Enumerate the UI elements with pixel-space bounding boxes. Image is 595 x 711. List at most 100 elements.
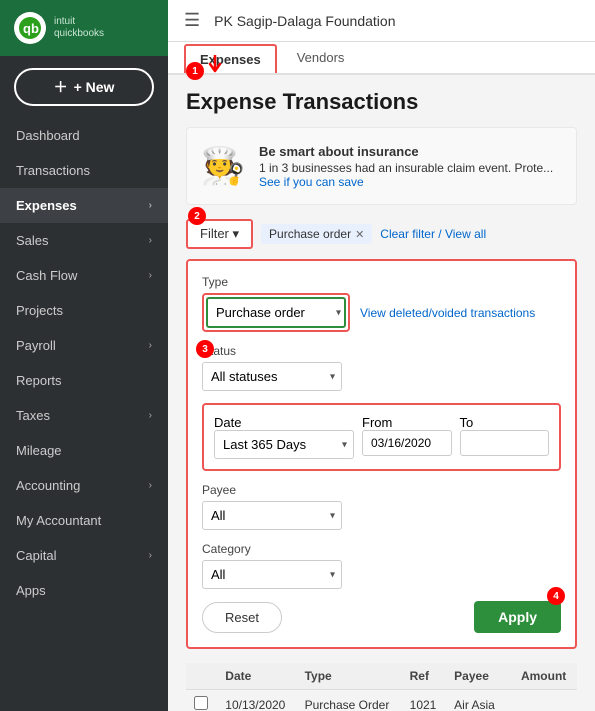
sidebar-item-taxes[interactable]: Taxes › (0, 398, 168, 433)
sidebar-item-projects[interactable]: Projects (0, 293, 168, 328)
clear-filter-link[interactable]: Clear filter / View all (380, 227, 486, 241)
topbar: ☰ PK Sagip-Dalaga Foundation (168, 0, 595, 42)
col-payee[interactable]: Payee (446, 663, 513, 690)
intuit-label: intuit (54, 16, 104, 28)
reset-button[interactable]: Reset (202, 602, 282, 633)
filter-row: Filter ▾ 2 Purchase order ✕ Clear filter… (186, 219, 577, 249)
type-select[interactable]: Purchase order (206, 297, 346, 328)
main-content: ☰ PK Sagip-Dalaga Foundation Expenses Ve… (168, 0, 595, 711)
col-ref[interactable]: Ref (402, 663, 447, 690)
view-deleted-link[interactable]: View deleted/voided transactions (360, 306, 535, 320)
date-col: Date Last 365 Days ▾ (214, 415, 354, 459)
sidebar-item-reports-label: Reports (16, 373, 62, 388)
col-type[interactable]: Type (297, 663, 402, 690)
chevron-right-icon: › (149, 200, 152, 211)
date-select[interactable]: Last 365 Days (214, 430, 354, 459)
sidebar-item-expenses[interactable]: Expenses › (0, 188, 168, 223)
category-select[interactable]: All (202, 560, 342, 589)
sidebar-nav: Dashboard Transactions Expenses › Sales … (0, 118, 168, 608)
status-select[interactable]: All statuses (202, 362, 342, 391)
page-title: Expense Transactions (186, 89, 577, 115)
sidebar-item-accounting[interactable]: Accounting › (0, 468, 168, 503)
sidebar-item-apps-label: Apps (16, 583, 46, 598)
type-label: Type (202, 275, 561, 289)
new-button-label: + New (74, 79, 115, 95)
payee-select[interactable]: All (202, 501, 342, 530)
type-field: Type Purchase order ▾ View deleted/voide… (202, 275, 561, 332)
sidebar-item-mileage-label: Mileage (16, 443, 62, 458)
banner-subtext: 1 in 3 businesses had an insurable claim… (259, 161, 553, 175)
tab-vendors[interactable]: Vendors (281, 42, 361, 73)
logo-text: intuit quickbooks (54, 16, 104, 40)
category-label: Category (202, 542, 561, 556)
banner-link[interactable]: See if you can save (259, 175, 364, 189)
to-col: To (460, 415, 550, 459)
sidebar-item-payroll[interactable]: Payroll › (0, 328, 168, 363)
sidebar-item-cashflow[interactable]: Cash Flow › (0, 258, 168, 293)
col-date[interactable]: Date (217, 663, 296, 690)
date-row: Date Last 365 Days ▾ From To (202, 403, 561, 471)
sidebar-item-payroll-label: Payroll (16, 338, 56, 353)
chevron-right-icon: › (149, 235, 152, 246)
row1-amount (513, 690, 577, 711)
date-select-wrap: Last 365 Days ▾ (214, 430, 354, 459)
row1-checkbox[interactable] (194, 696, 208, 710)
company-name: PK Sagip-Dalaga Foundation (214, 13, 395, 29)
sidebar-item-accountant[interactable]: My Accountant (0, 503, 168, 538)
from-label: From (362, 415, 392, 430)
content-area: Expense Transactions 🧑‍🍳 Be smart about … (168, 75, 595, 711)
hamburger-icon[interactable]: ☰ (184, 10, 200, 31)
transactions-table: Date Type Ref Payee Amount 10/13/2020 Pu… (186, 663, 577, 711)
filter-actions: Reset 4 Apply (202, 601, 561, 633)
sidebar-item-dashboard-label: Dashboard (16, 128, 80, 143)
filter-panel: Type Purchase order ▾ View deleted/voide… (186, 259, 577, 649)
table-body: 10/13/2020 Purchase Order 1021 Air Asia … (186, 690, 577, 711)
sidebar-item-accountant-label: My Accountant (16, 513, 101, 528)
insurance-banner: 🧑‍🍳 Be smart about insurance 1 in 3 busi… (186, 127, 577, 205)
chip-label: Purchase order (269, 227, 351, 241)
row1-ref: 1021 (402, 690, 447, 711)
col-amount[interactable]: Amount (513, 663, 577, 690)
chevron-right-icon: › (149, 410, 152, 421)
sidebar-item-reports[interactable]: Reports (0, 363, 168, 398)
to-input[interactable] (460, 430, 550, 456)
banner-text-block: Be smart about insurance 1 in 3 business… (259, 144, 553, 189)
remove-chip-icon[interactable]: ✕ (355, 228, 364, 241)
sidebar-item-mileage[interactable]: Mileage (0, 433, 168, 468)
from-col: From (362, 415, 452, 459)
banner-heading: Be smart about insurance (259, 144, 553, 159)
sidebar-item-capital-label: Capital (16, 548, 56, 563)
step1-badge: 1 (186, 62, 204, 80)
category-select-wrap: All ▾ (202, 560, 342, 589)
chevron-right-icon: › (149, 550, 152, 561)
sidebar-item-sales-label: Sales (16, 233, 49, 248)
sidebar-item-dashboard[interactable]: Dashboard (0, 118, 168, 153)
sidebar-item-accounting-label: Accounting (16, 478, 80, 493)
sidebar-item-transactions[interactable]: Transactions (0, 153, 168, 188)
step4-badge: 4 (547, 587, 565, 605)
sidebar-item-apps[interactable]: Apps (0, 573, 168, 608)
new-button[interactable]: ＋ + New (14, 68, 154, 106)
row1-payee: Air Asia (446, 690, 513, 711)
from-input[interactable] (362, 430, 452, 456)
chevron-right-icon: › (149, 270, 152, 281)
sidebar-item-sales[interactable]: Sales › (0, 223, 168, 258)
type-select-wrap: Purchase order ▾ (202, 293, 350, 332)
apply-button[interactable]: Apply (474, 601, 561, 633)
row1-date: 10/13/2020 (217, 690, 296, 711)
sidebar: qb intuit quickbooks ＋ + New Dashboard T… (0, 0, 168, 711)
payee-select-wrap: All ▾ (202, 501, 342, 530)
sidebar-item-capital[interactable]: Capital › (0, 538, 168, 573)
sidebar-item-projects-label: Projects (16, 303, 63, 318)
brand-label: quickbooks (54, 28, 104, 40)
status-label: Status (202, 344, 561, 358)
sidebar-item-transactions-label: Transactions (16, 163, 90, 178)
table-row: 10/13/2020 Purchase Order 1021 Air Asia (186, 690, 577, 711)
apply-wrap: 4 Apply (474, 601, 561, 633)
sidebar-item-cashflow-label: Cash Flow (16, 268, 77, 283)
sidebar-item-expenses-label: Expenses (16, 198, 77, 213)
to-label: To (460, 415, 474, 430)
logo-area: qb intuit quickbooks (0, 0, 168, 56)
table-header: Date Type Ref Payee Amount (186, 663, 577, 690)
payee-label: Payee (202, 483, 561, 497)
